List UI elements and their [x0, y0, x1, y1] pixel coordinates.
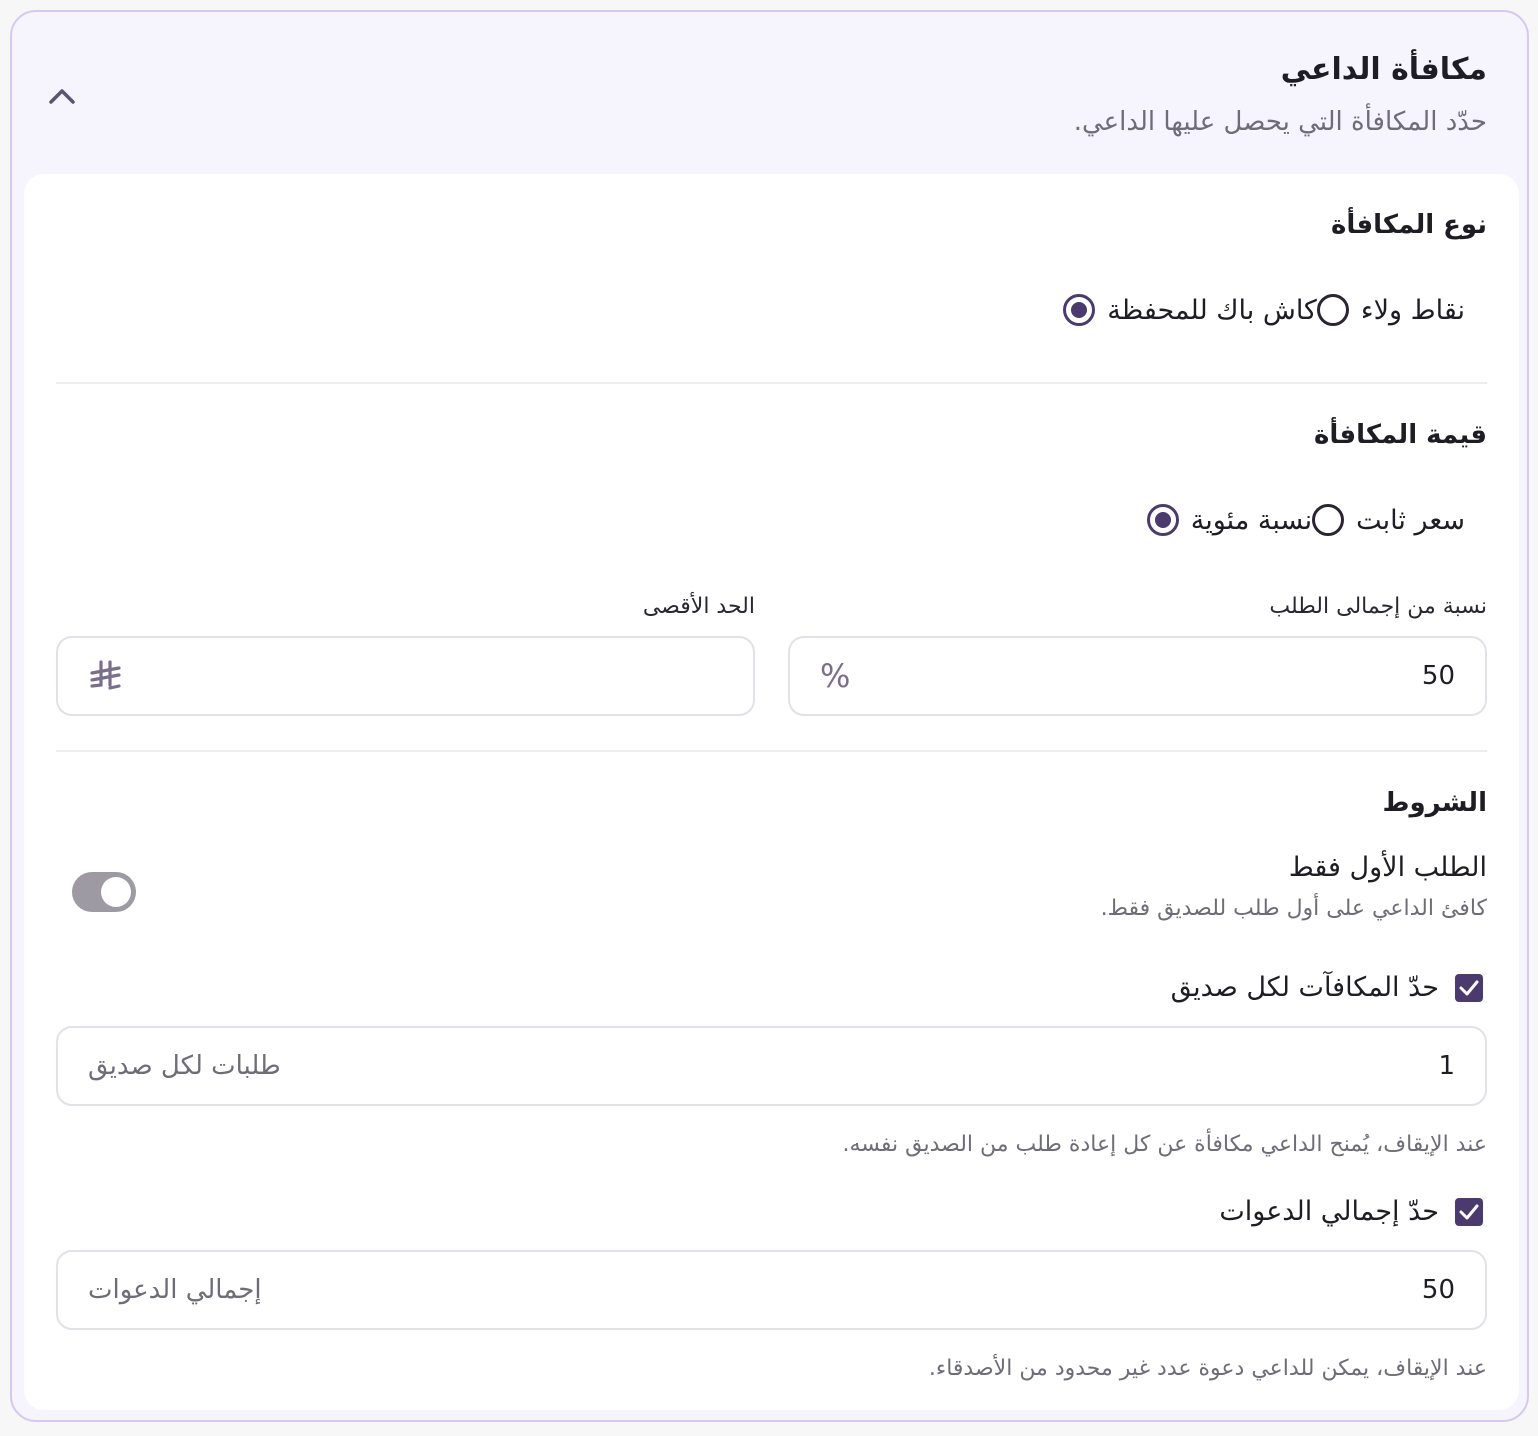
radio-label: نقاط ولاء [1360, 294, 1465, 326]
divider [56, 750, 1487, 752]
radio-wallet-cashback[interactable]: كاش باك للمحفظة [1063, 294, 1317, 326]
orders-per-friend-placeholder: طلبات لكل صديق [88, 1051, 281, 1081]
limit-total-hint: عند الإيقاف، يمكن للداعي دعوة عدد غير مح… [928, 1356, 1487, 1381]
reward-settings-card: نوع المكافأة كاش باك للمحفظة نقاط ولاء ق… [24, 174, 1519, 1410]
max-field-label: الحد الأقصى [642, 594, 755, 619]
riyal-currency-icon [88, 638, 122, 714]
panel-subtitle: حدّد المكافأة التي يحصل عليها الداعي. [1073, 107, 1487, 137]
checkbox-label: حدّ المكافآت لكل صديق [1170, 972, 1439, 1003]
percent-input-value: 50 [1421, 661, 1455, 691]
conditions-title: الشروط [1382, 788, 1487, 818]
percent-icon: % [820, 657, 851, 695]
divider [56, 382, 1487, 384]
radio-label: نسبة مئوية [1190, 504, 1313, 536]
checkbox-checked-icon [1455, 973, 1483, 1002]
radio-checked-icon [1146, 504, 1179, 536]
reward-value-radio-group: نسبة مئوية سعر ثابت [1146, 504, 1487, 536]
radio-fixed-price[interactable]: سعر ثابت [1312, 504, 1465, 536]
referrer-reward-panel: مكافأة الداعي حدّد المكافأة التي يحصل عل… [10, 10, 1529, 1422]
radio-checked-icon [1063, 294, 1096, 326]
total-invites-input[interactable]: 50 إجمالي الدعوات [56, 1250, 1487, 1330]
checkbox-checked-icon [1455, 1197, 1483, 1226]
radio-label: كاش باك للمحفظة [1107, 294, 1317, 326]
first-order-description: كافئ الداعي على أول طلب للصديق فقط. [1100, 896, 1487, 921]
total-invites-placeholder: إجمالي الدعوات [88, 1275, 262, 1305]
toggle-knob [101, 877, 131, 907]
limit-per-friend-checkbox[interactable]: حدّ المكافآت لكل صديق [1171, 972, 1483, 1003]
panel-title: مكافأة الداعي [1280, 52, 1487, 87]
radio-unchecked-icon [1316, 294, 1349, 326]
total-invites-value: 50 [1421, 1275, 1455, 1305]
percent-input[interactable]: 50 % [788, 636, 1487, 716]
reward-type-title: نوع المكافأة [1331, 210, 1487, 240]
radio-unchecked-icon [1312, 504, 1345, 536]
panel-header[interactable]: مكافأة الداعي حدّد المكافأة التي يحصل عل… [12, 12, 1527, 174]
limit-per-friend-hint: عند الإيقاف، يُمنح الداعي مكافأة عن كل إ… [842, 1132, 1487, 1157]
orders-per-friend-value: 1 [1438, 1051, 1455, 1081]
max-amount-input[interactable] [56, 636, 755, 716]
first-order-title: الطلب الأول فقط [1288, 852, 1487, 883]
radio-percentage[interactable]: نسبة مئوية [1146, 504, 1313, 536]
first-order-toggle[interactable] [72, 872, 136, 912]
radio-loyalty-points[interactable]: نقاط ولاء [1316, 294, 1465, 326]
reward-value-title: قيمة المكافأة [1313, 420, 1487, 450]
radio-label: سعر ثابت [1356, 504, 1465, 536]
orders-per-friend-input[interactable]: 1 طلبات لكل صديق [56, 1026, 1487, 1106]
reward-type-radio-group: كاش باك للمحفظة نقاط ولاء [1063, 294, 1487, 326]
checkbox-label: حدّ إجمالي الدعوات [1219, 1196, 1439, 1227]
collapse-button[interactable] [42, 76, 82, 116]
limit-total-checkbox[interactable]: حدّ إجمالي الدعوات [1219, 1196, 1483, 1227]
percent-field-label: نسبة من إجمالى الطلب [1269, 594, 1487, 619]
chevron-up-icon [49, 89, 75, 104]
